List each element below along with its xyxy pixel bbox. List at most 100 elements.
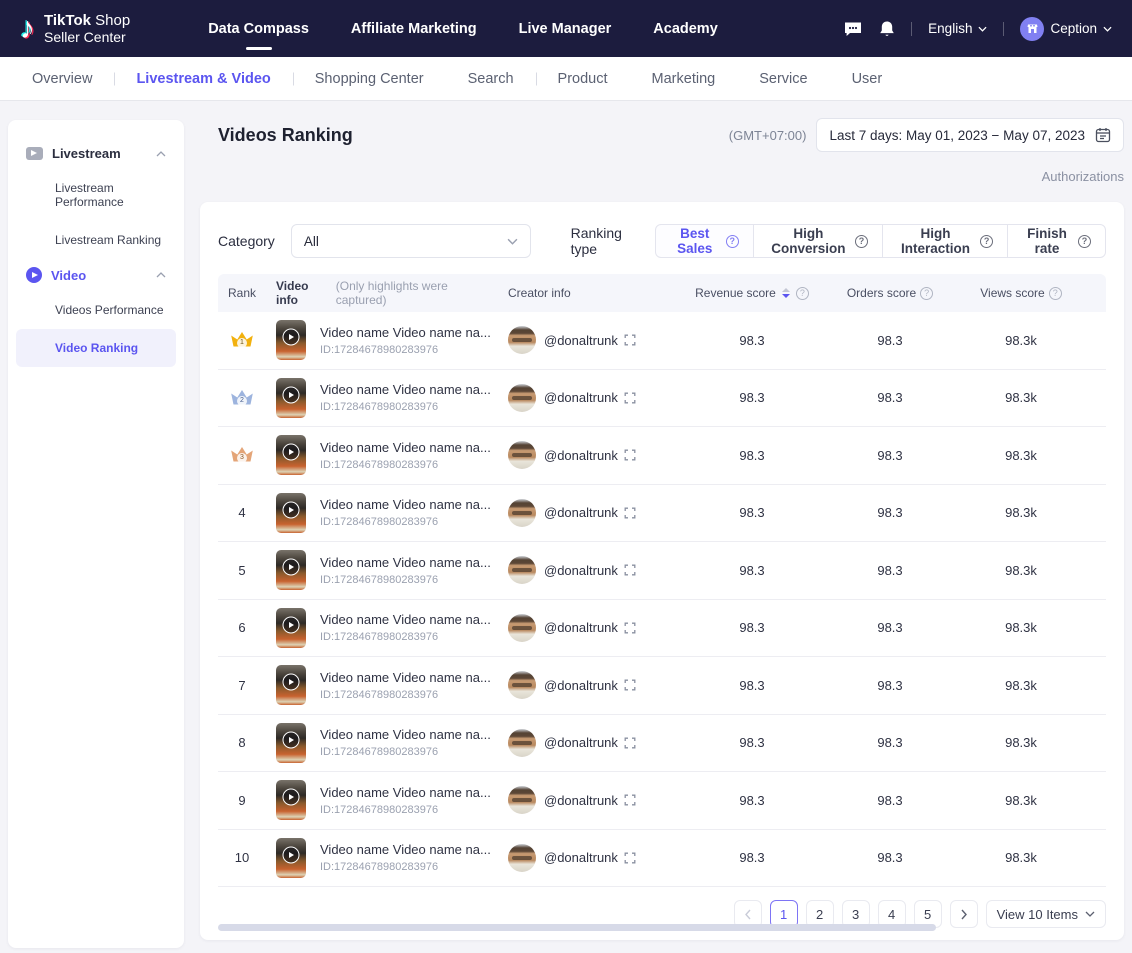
help-icon[interactable] xyxy=(726,235,739,248)
sidebar-group-livestream[interactable]: Livestream xyxy=(16,138,176,169)
video-name[interactable]: Video name Video name na... xyxy=(320,785,491,800)
creator-handle[interactable]: @donaltrunk xyxy=(544,735,618,750)
expand-icon[interactable] xyxy=(623,851,637,865)
creator-handle[interactable]: @donaltrunk xyxy=(544,850,618,865)
account-menu[interactable]: Ception xyxy=(1020,17,1112,41)
creator-avatar[interactable] xyxy=(508,441,536,469)
help-icon[interactable] xyxy=(1078,235,1091,248)
creator-avatar[interactable] xyxy=(508,614,536,642)
category-select[interactable]: All xyxy=(291,224,531,258)
secondary-nav-item[interactable]: Marketing xyxy=(630,71,738,87)
sidebar-group-video[interactable]: Video xyxy=(16,259,176,291)
video-name[interactable]: Video name Video name na... xyxy=(320,497,491,512)
bell-icon[interactable] xyxy=(879,20,895,38)
secondary-nav-item[interactable]: Service xyxy=(737,71,829,87)
secondary-nav-item[interactable]: Overview xyxy=(10,71,114,87)
creator-avatar[interactable] xyxy=(508,384,536,412)
expand-icon[interactable] xyxy=(623,563,637,577)
secondary-nav-item[interactable]: Product xyxy=(536,71,630,87)
help-icon[interactable] xyxy=(855,235,868,248)
help-icon[interactable] xyxy=(920,287,933,300)
ranking-type-tab[interactable]: High Conversion xyxy=(753,224,883,258)
creator-avatar[interactable] xyxy=(508,499,536,527)
creator-avatar[interactable] xyxy=(508,844,536,872)
primary-nav-item[interactable]: Academy xyxy=(653,15,717,43)
video-thumbnail[interactable] xyxy=(276,723,306,763)
secondary-nav-item[interactable]: Search xyxy=(446,71,536,87)
col-orders-score: Orders score xyxy=(826,286,954,300)
video-name[interactable]: Video name Video name na... xyxy=(320,842,491,857)
secondary-nav-item[interactable]: User xyxy=(830,71,905,87)
expand-icon[interactable] xyxy=(623,448,637,462)
tiktok-shop-logo[interactable]: ♪ TikTok Shop Seller Center xyxy=(20,12,130,45)
help-icon[interactable] xyxy=(796,287,809,300)
video-name[interactable]: Video name Video name na... xyxy=(320,612,491,627)
creator-handle[interactable]: @donaltrunk xyxy=(544,505,618,520)
video-name[interactable]: Video name Video name na... xyxy=(320,440,491,455)
scrollbar-thumb[interactable] xyxy=(218,924,936,931)
creator-avatar[interactable] xyxy=(508,729,536,757)
creator-handle[interactable]: @donaltrunk xyxy=(544,333,618,348)
sort-icon[interactable] xyxy=(782,288,790,298)
expand-icon[interactable] xyxy=(623,736,637,750)
video-name[interactable]: Video name Video name na... xyxy=(320,727,491,742)
creator-handle[interactable]: @donaltrunk xyxy=(544,563,618,578)
video-id: ID:17284678980283976 xyxy=(320,631,491,643)
ranking-type-tab[interactable]: Best Sales xyxy=(655,224,754,258)
creator-avatar[interactable] xyxy=(508,671,536,699)
creator-avatar[interactable] xyxy=(508,556,536,584)
creator-handle[interactable]: @donaltrunk xyxy=(544,390,618,405)
video-thumbnail[interactable] xyxy=(276,550,306,590)
views-score: 98.3k xyxy=(954,735,1088,750)
creator-handle[interactable]: @donaltrunk xyxy=(544,620,618,635)
creator-handle[interactable]: @donaltrunk xyxy=(544,793,618,808)
secondary-nav-item[interactable]: Livestream & Video xyxy=(114,71,292,87)
video-thumbnail[interactable] xyxy=(276,320,306,360)
sidebar-item-livestream-performance[interactable]: Livestream Performance xyxy=(16,169,176,221)
video-name[interactable]: Video name Video name na... xyxy=(320,325,491,340)
video-name[interactable]: Video name Video name na... xyxy=(320,382,491,397)
expand-icon[interactable] xyxy=(623,506,637,520)
creator-avatar[interactable] xyxy=(508,326,536,354)
creator-avatar[interactable] xyxy=(508,786,536,814)
orders-score: 98.3 xyxy=(826,735,954,750)
ranking-type-tab[interactable]: High Interaction xyxy=(882,224,1008,258)
sidebar-item-livestream-ranking[interactable]: Livestream Ranking xyxy=(16,221,176,259)
ranking-type-tab[interactable]: Finish rate xyxy=(1007,224,1106,258)
sidebar-item-videos-performance[interactable]: Videos Performance xyxy=(16,291,176,329)
revenue-score: 98.3 xyxy=(678,850,826,865)
creator-handle[interactable]: @donaltrunk xyxy=(544,678,618,693)
video-thumbnail[interactable] xyxy=(276,838,306,878)
expand-icon[interactable] xyxy=(623,678,637,692)
video-thumbnail[interactable] xyxy=(276,780,306,820)
video-thumbnail[interactable] xyxy=(276,378,306,418)
video-thumbnail[interactable] xyxy=(276,665,306,705)
chat-bubble-icon[interactable] xyxy=(843,20,863,38)
expand-icon[interactable] xyxy=(623,391,637,405)
video-name[interactable]: Video name Video name na... xyxy=(320,555,491,570)
views-score: 98.3k xyxy=(954,448,1088,463)
creator-handle[interactable]: @donaltrunk xyxy=(544,448,618,463)
sidebar-item-video-ranking[interactable]: Video Ranking xyxy=(16,329,176,367)
secondary-nav-item[interactable]: Shopping Center xyxy=(293,71,446,87)
primary-nav-item[interactable]: Live Manager xyxy=(519,15,612,43)
help-icon[interactable] xyxy=(1049,287,1062,300)
video-thumbnail[interactable] xyxy=(276,608,306,648)
expand-icon[interactable] xyxy=(623,621,637,635)
horizontal-scrollbar[interactable] xyxy=(218,924,1106,931)
revenue-score: 98.3 xyxy=(678,448,826,463)
expand-icon[interactable] xyxy=(623,793,637,807)
brand-subtitle: Seller Center xyxy=(44,29,130,45)
video-thumbnail[interactable] xyxy=(276,493,306,533)
video-thumbnail[interactable] xyxy=(276,435,306,475)
help-icon[interactable] xyxy=(980,235,993,248)
primary-nav-item[interactable]: Affiliate Marketing xyxy=(351,15,477,43)
language-selector[interactable]: English xyxy=(928,21,987,36)
rank-medal: 5 xyxy=(229,560,255,580)
expand-icon[interactable] xyxy=(623,333,637,347)
authorizations-link[interactable]: Authorizations xyxy=(1042,169,1124,184)
video-name[interactable]: Video name Video name na... xyxy=(320,670,491,685)
primary-nav-item[interactable]: Data Compass xyxy=(208,15,309,43)
video-camera-icon xyxy=(26,147,43,160)
date-range-picker[interactable]: Last 7 days: May 01, 2023 − May 07, 2023 xyxy=(816,118,1124,152)
